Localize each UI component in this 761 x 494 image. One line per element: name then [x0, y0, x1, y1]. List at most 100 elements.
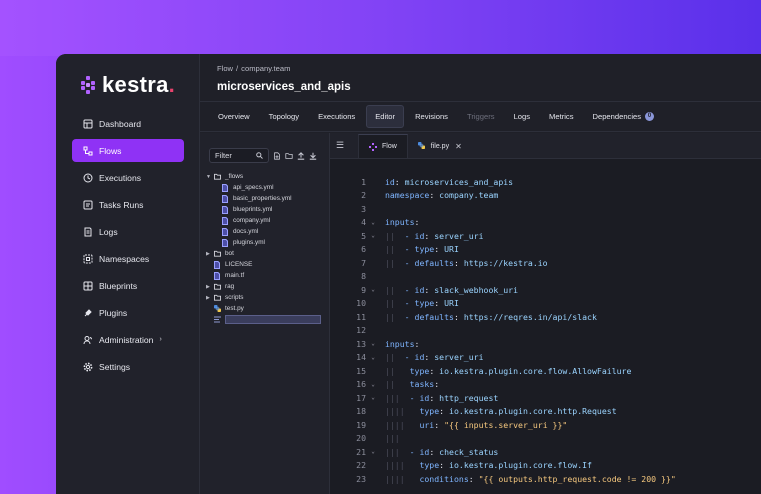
fold-chevron-icon[interactable]: ⌄ [366, 219, 380, 226]
yaml-value: io.kestra.plugin.core.flow.AllowFailure [439, 365, 632, 376]
yaml-colon: : [434, 298, 445, 309]
sidebar-item-label: Logs [99, 226, 118, 237]
code-line: 19 |||| uri: "{{ inputs.server_uri }}" [330, 418, 761, 432]
fold-chevron-icon[interactable]: ⌄ [366, 232, 380, 239]
code-line: 3 [330, 202, 761, 216]
sidebar-item-executions[interactable]: Executions [72, 166, 184, 189]
sidebar-item-tasks-runs[interactable]: Tasks Runs [72, 193, 184, 216]
tab-overview[interactable]: Overview [210, 106, 258, 127]
fold-chevron-icon[interactable]: ⌄ [366, 340, 380, 347]
file-item[interactable]: api_specs.yml [206, 182, 326, 193]
line-number: 3 [361, 203, 366, 214]
tree-item-label: scripts [225, 294, 244, 301]
sidebar-item-plugins[interactable]: Plugins [72, 301, 184, 324]
tree-item-label: main.tf [225, 272, 245, 279]
fold-chevron-icon[interactable]: ⌄ [366, 381, 380, 388]
sidebar-item-settings[interactable]: Settings [72, 355, 184, 378]
sidebar-item-administration[interactable]: Administration › [72, 328, 184, 351]
kestra-icon [369, 142, 377, 151]
administration-icon [82, 334, 93, 345]
editor-tab-file-py[interactable]: file.py ✕ [408, 134, 472, 158]
tab-label: Dependencies [592, 112, 642, 121]
new-folder-icon[interactable] [285, 152, 293, 160]
folder-item[interactable]: ▶ bot [206, 248, 326, 259]
folder-item[interactable]: ▶ scripts [206, 292, 326, 303]
tab-label: Logs [513, 112, 531, 121]
editor-tab-label: file.py [430, 142, 450, 150]
plugins-icon [82, 307, 93, 318]
yaml-colon: : [429, 446, 440, 457]
fold-chevron-icon[interactable]: ⌄ [366, 354, 380, 361]
code-line: 22 |||| type: io.kestra.plugin.core.flow… [330, 459, 761, 473]
yaml-key: type [419, 460, 440, 471]
file-item[interactable]: test.py [206, 303, 326, 314]
sidebar-item-flows[interactable]: Flows [72, 139, 184, 162]
file-item[interactable]: plugins.yml [206, 237, 326, 248]
kestra-logo[interactable]: kestra. [79, 72, 175, 98]
new-file-input[interactable] [225, 315, 321, 324]
line-number: 11 [356, 311, 366, 322]
menu-icon[interactable]: ☰ [336, 132, 352, 158]
tree-item-label: rag [225, 283, 235, 290]
breadcrumb-namespace[interactable]: company.team [241, 64, 290, 73]
chevron-right-icon: ▶ [206, 250, 210, 257]
flows-icon [82, 145, 93, 156]
breadcrumb-separator: / [236, 64, 239, 73]
download-icon[interactable] [309, 152, 317, 160]
filter-input[interactable]: Filter [209, 148, 269, 163]
fold-chevron-icon[interactable]: ⌄ [366, 448, 380, 455]
tree-item-label: _flows [225, 173, 244, 180]
editor-tab-label: Flow [382, 143, 397, 150]
code-line: 7 || - defaults: https://kestra.io [330, 256, 761, 270]
indent-guides: || [384, 298, 405, 309]
file-item[interactable]: basic_properties.yml [206, 193, 326, 204]
sidebar-item-logs[interactable]: Logs [72, 220, 184, 243]
upload-icon[interactable] [297, 151, 305, 160]
sidebar-item-namespaces[interactable]: Namespaces [72, 247, 184, 270]
yaml-value: https://reqres.in/api/slack [463, 311, 597, 322]
file-item[interactable]: blueprints.yml [206, 204, 326, 215]
yaml-value: URI [444, 244, 459, 255]
code-line: 20 ||| [330, 432, 761, 446]
file-item[interactable]: docs.yml [206, 226, 326, 237]
indent-guides: || [384, 311, 405, 322]
editor-tab-flow[interactable]: Flow [358, 134, 408, 158]
line-number: 17 [356, 392, 366, 403]
folder-item[interactable]: ▶ rag [206, 281, 326, 292]
fold-chevron-icon[interactable]: ⌄ [366, 286, 380, 293]
line-number: 6 [361, 244, 366, 255]
new-file-icon[interactable] [273, 151, 281, 160]
file-item[interactable]: main.tf [206, 270, 326, 281]
sidebar-item-dashboard[interactable]: Dashboard [72, 112, 184, 135]
page-title: microservices_and_apis [217, 81, 351, 93]
yaml-colon: : [439, 460, 450, 471]
tab-metrics[interactable]: Metrics [541, 106, 581, 127]
tree-item-label: bot [225, 250, 234, 257]
code-line: 6 || - type: URI [330, 243, 761, 257]
line-number: 5 [361, 230, 366, 241]
folder-item[interactable]: ▼ _flows [206, 171, 326, 182]
tab-executions[interactable]: Executions [310, 106, 363, 127]
folder-icon [214, 294, 221, 302]
tab-editor[interactable]: Editor [366, 105, 405, 128]
sidebar-item-blueprints[interactable]: Blueprints [72, 274, 184, 297]
dashboard-icon [82, 118, 93, 129]
indent-guides: ||| [384, 433, 400, 444]
line-number: 15 [356, 365, 366, 376]
code-area[interactable]: 1 id: microservices_and_apis 2 namespace:… [330, 175, 761, 486]
file-item[interactable]: company.yml [206, 215, 326, 226]
app-window: kestra. Dashboard Flows Executions Tasks Ru… [56, 54, 761, 494]
close-icon[interactable]: ✕ [455, 142, 462, 151]
tree-item-label: docs.yml [233, 228, 259, 235]
breadcrumb-root[interactable]: Flow [217, 64, 233, 73]
file-item[interactable]: LICENSE [206, 259, 326, 270]
tab-topology[interactable]: Topology [261, 106, 307, 127]
tab-revisions[interactable]: Revisions [407, 106, 456, 127]
tab-logs[interactable]: Logs [506, 106, 538, 127]
yaml-colon: : [414, 338, 425, 349]
yaml-colon: : [434, 244, 445, 255]
tab-dependencies[interactable]: Dependencies 0 [585, 106, 663, 127]
new-file-row[interactable] [206, 314, 326, 325]
fold-chevron-icon[interactable]: ⌄ [366, 394, 380, 401]
sidebar: kestra. Dashboard Flows Executions Tasks Ru… [56, 54, 200, 494]
